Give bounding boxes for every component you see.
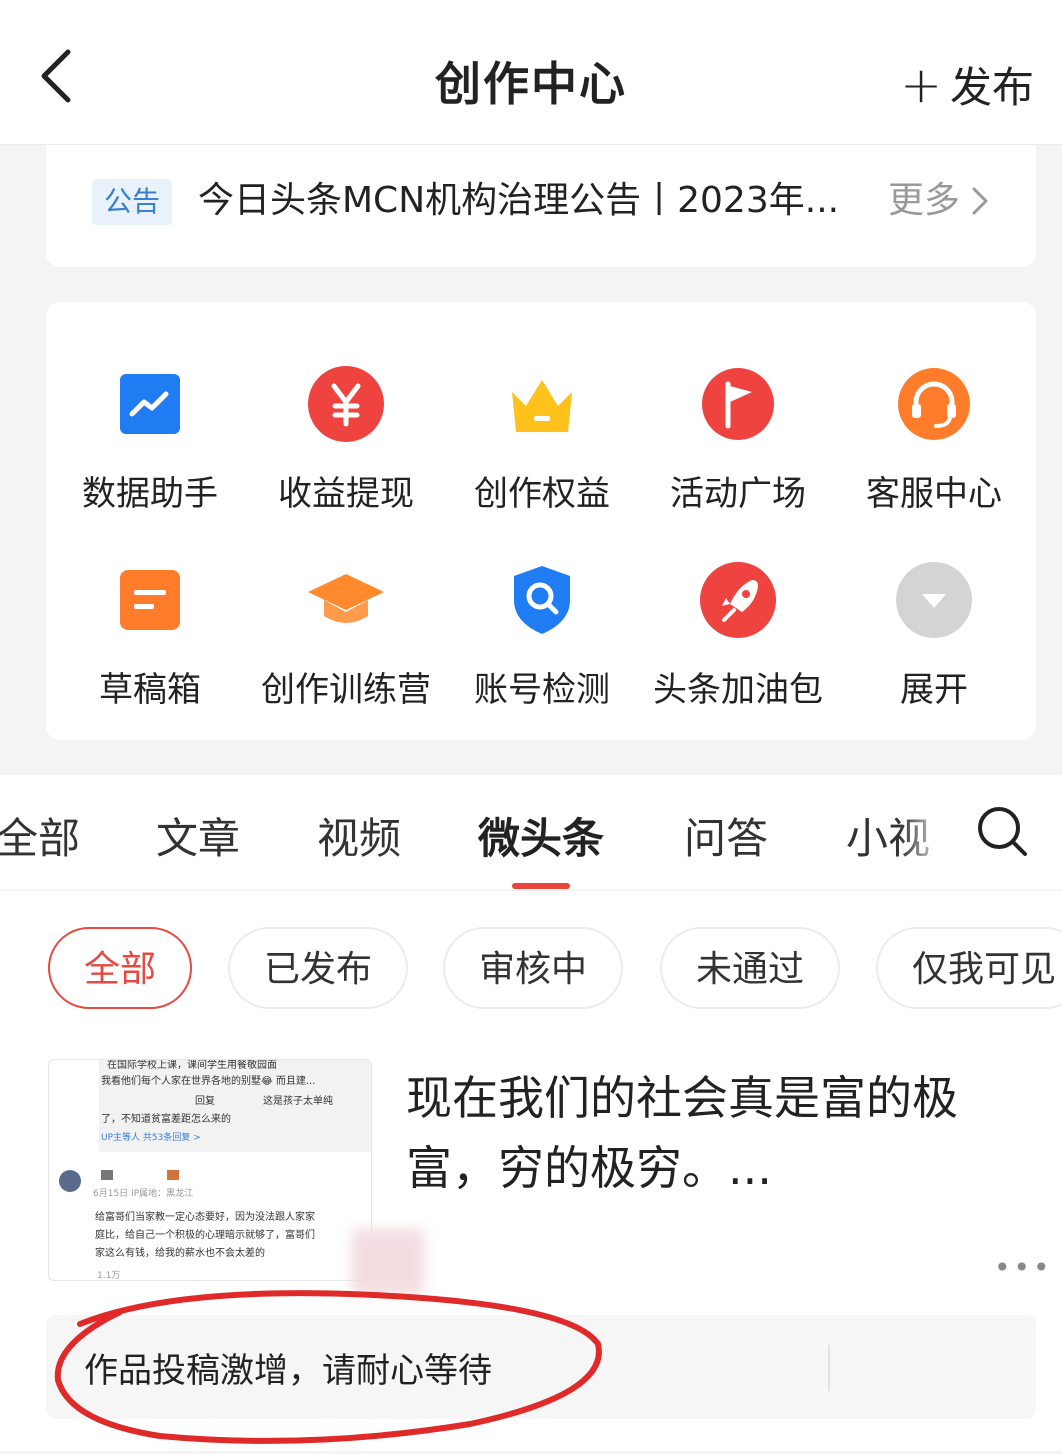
more-options-icon[interactable]: •••	[994, 1251, 1053, 1284]
expand-icon	[896, 562, 972, 638]
tool-label: 账号检测	[474, 670, 610, 710]
tool-account-check[interactable]: 账号检测	[444, 558, 640, 711]
announcement-tag: 公告	[92, 179, 172, 225]
thumb-line: 庭比，给自己一个积极的心理暗示就够了，富哥们	[95, 1230, 315, 1241]
tool-training-camp[interactable]: 创作训练营	[248, 558, 444, 711]
content-area: 全部 已发布 审核中 未通过 仅我可见 在国际学校上课，课间学生用餐敬园面 我看…	[0, 891, 1062, 1451]
tab-videos[interactable]: 视频	[317, 805, 401, 866]
chart-trend-icon	[120, 374, 180, 434]
shield-search-icon	[514, 566, 570, 634]
tool-label: 活动广场	[670, 474, 806, 514]
more-label: 更多	[887, 180, 960, 221]
flag-icon	[702, 368, 774, 440]
tool-label: 收益提现	[278, 474, 414, 514]
announcement-bar[interactable]: 公告 今日头条MCN机构治理公告丨2023年... 更多	[46, 145, 1036, 267]
chevron-right-icon	[972, 187, 988, 215]
post-title[interactable]: 现在我们的社会真是富的极富，穷的极穷。...	[406, 1063, 1006, 1203]
tool-drafts[interactable]: 草稿箱	[52, 558, 248, 711]
tool-creator-benefits[interactable]: 创作权益	[444, 362, 640, 515]
thumb-line: 给富哥们当家教一定心态要好，因为没法跟人家家	[95, 1212, 315, 1223]
tab-scroll-fade	[900, 775, 960, 890]
tab-articles[interactable]: 文章	[156, 805, 240, 866]
headset-icon	[898, 368, 970, 440]
thumb-line: 家这么有钱，给我的薪水也不会太差的	[95, 1248, 265, 1259]
filter-private[interactable]: 仅我可见	[876, 927, 1062, 1009]
filter-all[interactable]: 全部	[48, 927, 192, 1009]
tool-activity-square[interactable]: 活动广场	[640, 362, 836, 515]
tool-label: 创作训练营	[261, 670, 431, 710]
tool-label: 头条加油包	[653, 670, 823, 710]
top-bar: 创作中心 + 发布	[0, 0, 1062, 145]
graduation-cap-icon	[308, 574, 384, 623]
avatar	[59, 1170, 81, 1192]
thumb-meta: 6月15日 IP属地：黑龙江	[93, 1189, 194, 1199]
tool-label: 展开	[900, 670, 968, 710]
content-type-tabs: 全部 文章 视频 微头条 问答 小视	[0, 775, 1062, 891]
redaction-block	[167, 1170, 179, 1180]
tool-label: 客服中心	[866, 474, 1002, 514]
thumb-line: 在国际学校上课，课间学生用餐敬园面	[107, 1060, 277, 1071]
tool-customer-service[interactable]: 客服中心	[836, 362, 1032, 515]
tab-micro-posts[interactable]: 微头条	[478, 805, 604, 866]
blurred-region	[352, 1229, 424, 1295]
creator-tools-grid: 数据助手 收益提现 创作权益 活动广场 客服中心 草稿箱 创作训练营 账号检测 …	[46, 302, 1036, 740]
thumb-line: 这是孩子太单纯	[263, 1096, 333, 1107]
status-text: 作品投稿激增，请耐心等待	[84, 1351, 492, 1391]
tool-label: 草稿箱	[99, 670, 201, 710]
filter-reviewing[interactable]: 审核中	[443, 927, 623, 1009]
plus-icon: +	[900, 55, 942, 114]
filter-published[interactable]: 已发布	[228, 927, 408, 1009]
announcement-more-link[interactable]: 更多	[888, 175, 990, 227]
thumb-line: 我看他们每个人家在世界各地的别墅😂 而且建...	[101, 1076, 316, 1087]
tool-earnings-withdraw[interactable]: 收益提现	[248, 362, 444, 515]
active-tab-indicator	[512, 883, 570, 889]
publish-label: 发布	[949, 63, 1034, 112]
crown-icon	[512, 380, 572, 432]
thumb-line: 回复	[195, 1096, 215, 1107]
tab-qa[interactable]: 问答	[684, 805, 768, 866]
thumb-reply-link: UP主等人 共53条回复 >	[101, 1133, 201, 1143]
thumb-line: 了，不知道贫富差距怎么来的	[101, 1114, 231, 1125]
tool-expand[interactable]: 展开	[836, 558, 1032, 711]
post-status-bar: 作品投稿激增，请耐心等待	[46, 1315, 1036, 1419]
publish-button[interactable]: + 发布	[900, 54, 1034, 115]
filter-rejected[interactable]: 未通过	[660, 927, 840, 1009]
post-thumbnail[interactable]: 在国际学校上课，课间学生用餐敬园面 我看他们每个人家在世界各地的别墅😂 而且建.…	[48, 1059, 372, 1281]
search-icon[interactable]	[975, 804, 1029, 858]
thumb-likes: 1.1万	[97, 1271, 121, 1281]
tool-data-assistant[interactable]: 数据助手	[52, 362, 248, 515]
announcement-text[interactable]: 今日头条MCN机构治理公告丨2023年...	[198, 175, 858, 227]
yuan-icon	[308, 366, 384, 442]
divider	[828, 1345, 830, 1391]
draft-icon	[120, 570, 180, 630]
redaction-block	[101, 1170, 113, 1180]
tool-label: 创作权益	[474, 474, 610, 514]
rocket-icon	[700, 562, 776, 638]
tool-label: 数据助手	[82, 474, 218, 514]
tool-boost-package[interactable]: 头条加油包	[640, 558, 836, 711]
tab-all[interactable]: 全部	[0, 805, 80, 866]
